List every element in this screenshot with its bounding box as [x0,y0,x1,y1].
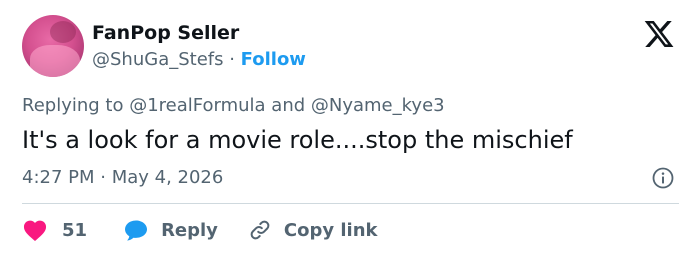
link-icon [250,220,270,240]
reply-label: Reply [161,219,218,241]
tweet-timestamp[interactable]: 4:27 PM · May 4, 2026 [22,166,223,190]
mention-link-1[interactable]: @1realFormula [129,95,265,116]
reply-context-conjunction: and [265,95,311,116]
info-icon[interactable] [651,166,675,190]
follow-button[interactable]: Follow [241,49,306,70]
like-count: 51 [62,219,88,241]
copy-link-label: Copy link [283,219,378,241]
like-button[interactable]: 51 [22,218,87,242]
x-logo-icon[interactable] [642,18,676,50]
tweet-text: It's a look for a movie role....stop the… [22,126,573,154]
action-bar: 51 Reply Copy link [22,216,378,244]
tweet-card: FanPop Seller @ShuGa_Stefs · Follow Repl… [0,0,700,256]
divider [22,203,679,204]
speech-bubble-icon [125,220,148,241]
author-handle[interactable]: @ShuGa_Stefs [92,49,224,70]
copy-link-button[interactable]: Copy link [248,218,378,242]
handle-separator: · [223,49,241,70]
reply-context-prefix: Replying to [22,95,130,116]
reply-context: Replying to @1realFormula and @Nyame_kye… [22,94,445,118]
mention-link-2[interactable]: @Nyame_kye3 [311,95,445,116]
profile-avatar[interactable] [22,15,84,77]
reply-button[interactable]: Reply [123,218,218,242]
heart-icon [23,220,47,242]
author-handle-line: @ShuGa_Stefs · Follow [92,48,306,72]
author-display-name[interactable]: FanPop Seller [92,21,239,45]
